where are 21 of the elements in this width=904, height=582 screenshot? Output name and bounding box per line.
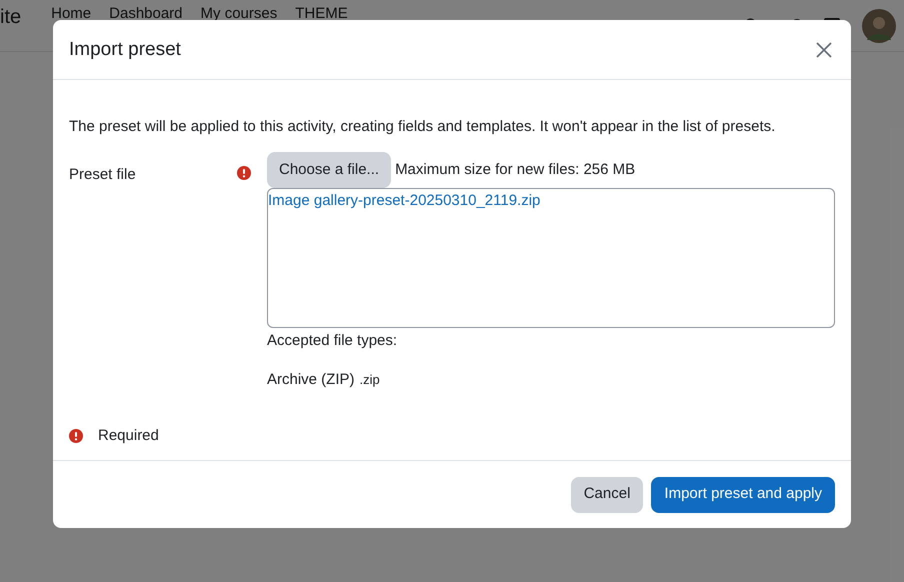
nav-link[interactable]: My courses: [200, 5, 278, 22]
max-size-text: Maximum size for new files: 256 MB: [395, 160, 636, 180]
file-type-name: Archive (ZIP): [267, 370, 355, 390]
accepted-types-label: Accepted file types:: [267, 331, 398, 351]
site-name: ite: [0, 6, 22, 28]
dialog-title: Import preset: [69, 38, 181, 62]
choose-file-button[interactable]: Choose a file...: [267, 152, 392, 188]
import-button[interactable]: Import preset and apply: [651, 476, 835, 512]
nav-link[interactable]: THEME: [295, 5, 348, 22]
nav-link[interactable]: Home: [51, 5, 92, 22]
nav-link[interactable]: Dashboard: [109, 5, 183, 22]
file-link[interactable]: Image gallery-preset-20250310_2119.zip: [268, 190, 540, 212]
cancel-button[interactable]: Cancel: [570, 476, 644, 512]
required-icon: [69, 428, 83, 443]
field-label: Preset file: [69, 165, 136, 185]
avatar[interactable]: [862, 8, 896, 42]
file-extension: .zip: [360, 371, 380, 389]
required-note: Required: [98, 426, 159, 446]
description: The preset will be applied to this activity, creating fields and templates. It won't appear in the list of presets.: [69, 117, 776, 137]
close-icon: [816, 42, 832, 58]
file-list[interactable]: Image gallery-preset-20250310_2119.zip: [267, 188, 835, 328]
